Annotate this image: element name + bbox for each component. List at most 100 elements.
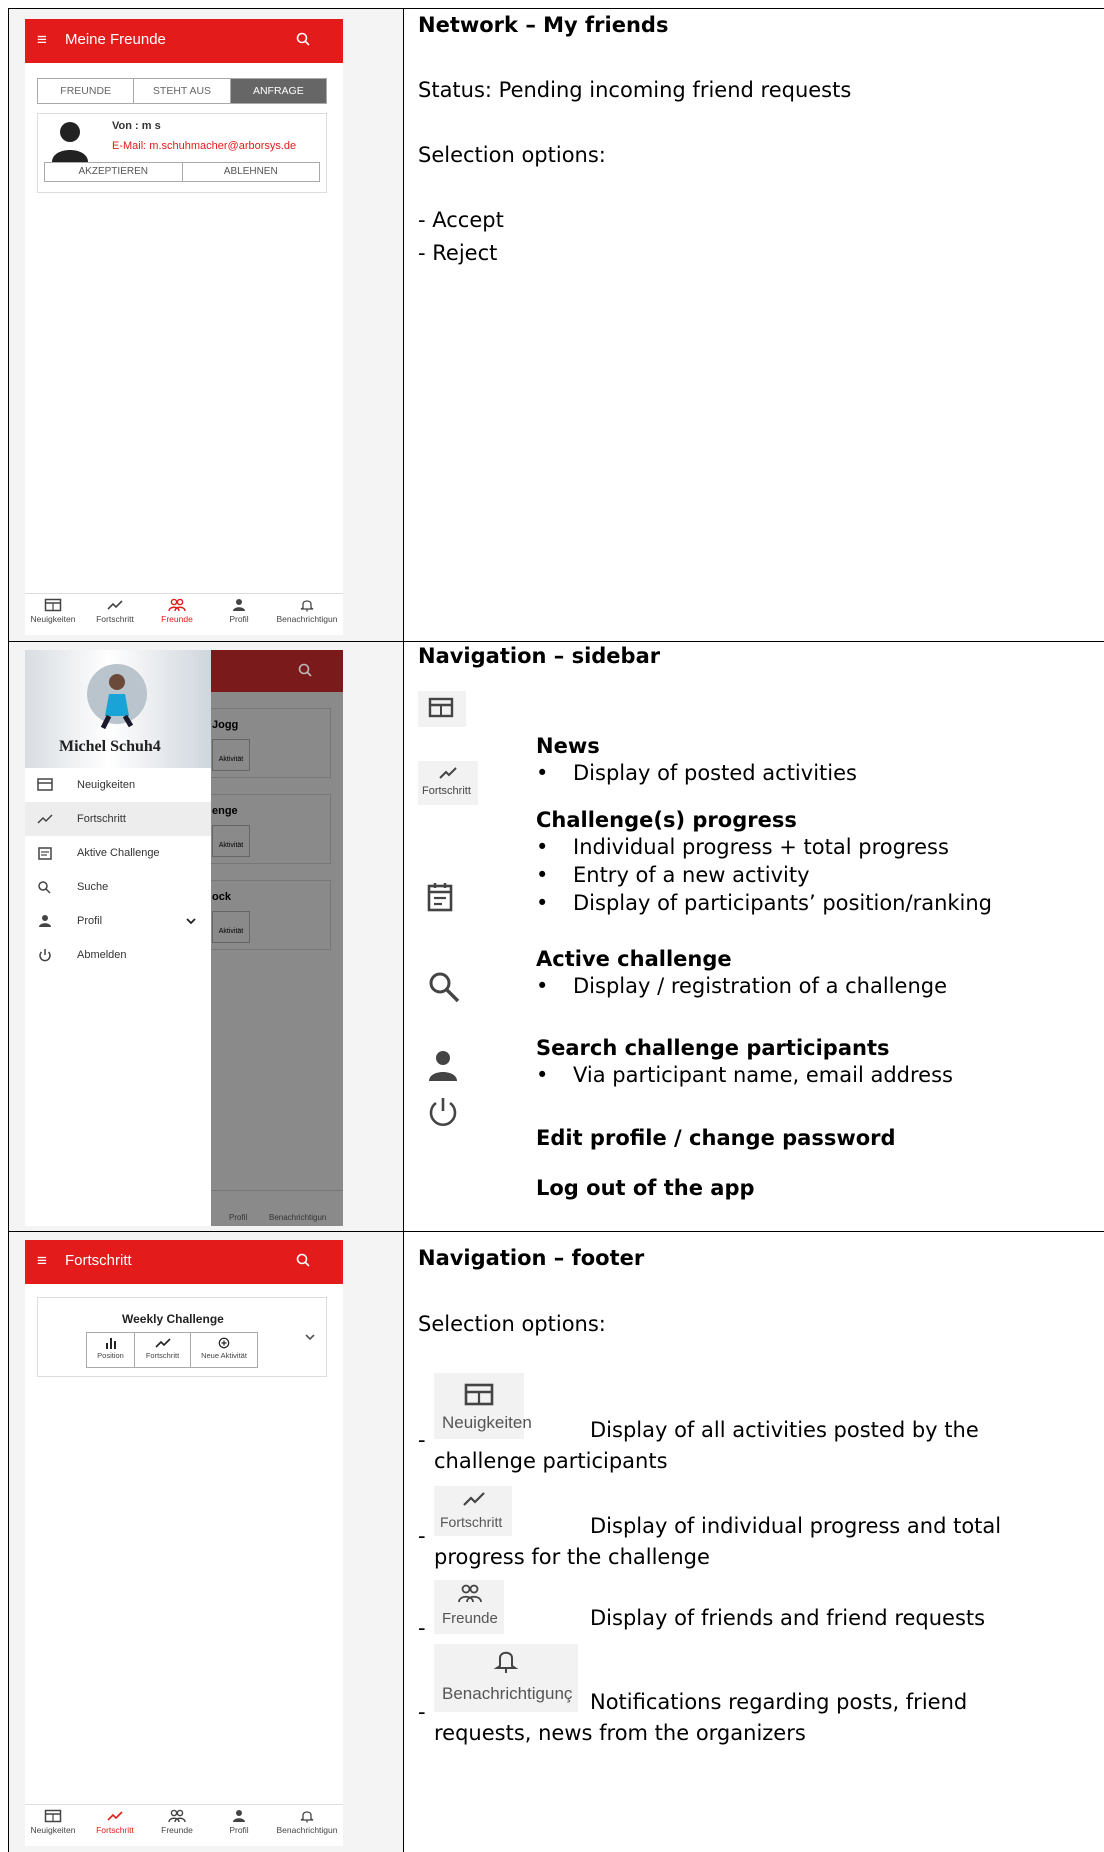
progress-title: Challenge(s) progress xyxy=(536,808,797,832)
sidebar-item-label: Fortschritt xyxy=(77,813,126,825)
progress-icon-label: Fortschritt xyxy=(422,785,471,797)
search-icon[interactable] xyxy=(295,1252,313,1270)
active-title: Active challenge xyxy=(536,947,732,971)
dash: - xyxy=(418,1524,426,1548)
tab-friends[interactable]: FREUNDE xyxy=(38,79,135,103)
footer-profile[interactable]: Profil xyxy=(207,1809,271,1835)
request-actions: AKZEPTIEREN ABLEHNEN xyxy=(44,162,320,182)
footer-friends[interactable]: Freunde xyxy=(145,598,209,624)
dimmed-background: Jogg Aktivität enge Aktivität ock Aktivi… xyxy=(203,650,343,1226)
footer-profile-label: Profil xyxy=(229,1213,248,1222)
new-activity-button[interactable]: Neue Aktivität xyxy=(191,1333,257,1367)
footer-news-label: Neuigkeiten xyxy=(30,1825,76,1835)
footer-progress[interactable]: Fortschritt xyxy=(83,1809,147,1835)
news-icon-label: Neuigkeiten xyxy=(442,1413,532,1432)
status-text: Status: Pending incoming friend requests xyxy=(418,78,852,102)
power-icon xyxy=(429,1098,457,1126)
tab-requests[interactable]: ANFRAGE xyxy=(230,79,326,103)
footer-news-label: Neuigkeiten xyxy=(30,614,76,624)
footer-notifications-label: Benachrichtigun xyxy=(269,1213,327,1222)
footer-progress-label: Fortschritt xyxy=(96,1825,134,1835)
progress-button[interactable]: Fortschritt xyxy=(135,1333,191,1367)
section-heading: Navigation – sidebar xyxy=(418,644,661,668)
chevron-down-icon[interactable] xyxy=(304,1332,316,1342)
notifications-text: Notifications regarding posts, friend xyxy=(590,1690,968,1714)
footer-notifications[interactable]: Benachrichtigun xyxy=(275,1809,339,1835)
options-label: Selection options: xyxy=(418,143,606,167)
person-icon xyxy=(233,599,245,611)
menu-icon[interactable]: ≡ xyxy=(37,30,47,50)
footer-news[interactable]: Neuigkeiten xyxy=(25,598,85,624)
friends-tabs: FREUNDE STEHT AUS ANFRAGE xyxy=(37,78,327,104)
bell-icon xyxy=(494,1651,518,1673)
new-activity-label: Aktivität xyxy=(218,756,244,763)
dash: - xyxy=(418,1616,426,1640)
footer-notifications[interactable]: Benachrichtigun xyxy=(275,598,339,624)
trend-icon xyxy=(463,1492,485,1506)
active-bullet: Display / registration of a challenge xyxy=(536,974,947,998)
sidebar-item-label: Suche xyxy=(77,881,109,893)
trend-icon xyxy=(439,767,457,779)
accept-button[interactable]: AKZEPTIEREN xyxy=(45,163,183,181)
sidebar-item-active-challenge[interactable]: Aktive Challenge xyxy=(25,836,211,870)
app-bar: ≡ Meine Freunde xyxy=(25,19,343,63)
app-bar-title: Meine Freunde xyxy=(65,31,166,48)
new-activity-label: Aktivität xyxy=(218,842,244,849)
sidebar-item-label: Profil xyxy=(77,915,103,927)
option-accept: - Accept xyxy=(418,208,504,232)
row-footer: ≡ Fortschritt Weekly Challenge Position … xyxy=(9,1232,1104,1852)
menu-icon[interactable]: ≡ xyxy=(37,1251,47,1271)
footer-notifications-label: Benachrichtigun xyxy=(276,614,338,624)
footer-profile[interactable]: Profil xyxy=(207,598,271,624)
new-activity-button: Aktivität xyxy=(212,739,250,771)
footer-news[interactable]: Neuigkeiten xyxy=(25,1809,85,1835)
trend-icon xyxy=(154,1338,171,1348)
progress-bullet: Display of participants’ position/rankin… xyxy=(536,891,992,915)
sidebar-item-news[interactable]: Neuigkeiten xyxy=(25,768,211,802)
progress-label: Fortschritt xyxy=(145,1351,180,1360)
power-icon xyxy=(39,949,51,962)
section-heading: Navigation – footer xyxy=(418,1246,645,1270)
sidebar-item-search[interactable]: Suche xyxy=(25,870,211,904)
news-icon-sample xyxy=(418,691,466,727)
trend-icon xyxy=(37,814,53,824)
footer-progress[interactable]: Fortschritt xyxy=(83,598,147,624)
sidebar-item-logout[interactable]: Abmelden xyxy=(25,938,211,972)
footer-friends-label: Freunde xyxy=(161,1825,193,1835)
position-button[interactable]: Position xyxy=(87,1333,135,1367)
phone-screen-friends: ≡ Meine Freunde FREUNDE STEHT AUS ANFRAG… xyxy=(25,19,343,635)
search-title: Search challenge participants xyxy=(536,1036,890,1060)
friends-icon-label: Freunde xyxy=(442,1610,498,1627)
trend-icon xyxy=(107,1811,123,1821)
search-icon[interactable] xyxy=(295,31,313,49)
news-icon xyxy=(37,778,53,791)
row-my-friends: ≡ Meine Freunde FREUNDE STEHT AUS ANFRAG… xyxy=(9,9,1104,642)
request-from: Von : m s xyxy=(112,120,161,132)
reject-button[interactable]: ABLEHNEN xyxy=(183,163,320,181)
notifications-icon-label: Benachrichtigunç xyxy=(442,1684,573,1703)
phone-screen-progress: ≡ Fortschritt Weekly Challenge Position … xyxy=(25,1240,343,1846)
logout-title: Log out of the app xyxy=(536,1176,755,1200)
add-circle-icon xyxy=(218,1337,230,1349)
notifications-icon-sample: Benachrichtigunç xyxy=(434,1644,578,1712)
news-icon xyxy=(464,1383,494,1406)
news-bullet: Display of posted activities xyxy=(536,761,857,785)
search-icon xyxy=(298,663,312,677)
search-icon xyxy=(38,881,51,894)
progress-bullet: Individual progress + total progress xyxy=(536,835,949,859)
news-icon xyxy=(428,697,454,718)
sidebar-item-profile[interactable]: Profil xyxy=(25,904,211,938)
sidebar-item-progress[interactable]: Fortschritt xyxy=(25,802,211,836)
news-text: challenge participants xyxy=(434,1449,668,1473)
dash: - xyxy=(418,1428,426,1452)
news-text: Display of all activities posted by the xyxy=(590,1418,979,1442)
calendar-icon xyxy=(38,847,52,860)
bell-icon xyxy=(300,1811,314,1823)
new-activity-button: Aktivität xyxy=(212,825,250,857)
profile-photo xyxy=(87,664,147,730)
footer-friends[interactable]: Freunde xyxy=(145,1809,209,1835)
person-icon xyxy=(233,1810,245,1822)
tab-pending[interactable]: STEHT AUS xyxy=(134,79,231,103)
progress-icon-sample: Fortschritt xyxy=(434,1486,512,1536)
progress-bullet: Entry of a new activity xyxy=(536,863,809,887)
